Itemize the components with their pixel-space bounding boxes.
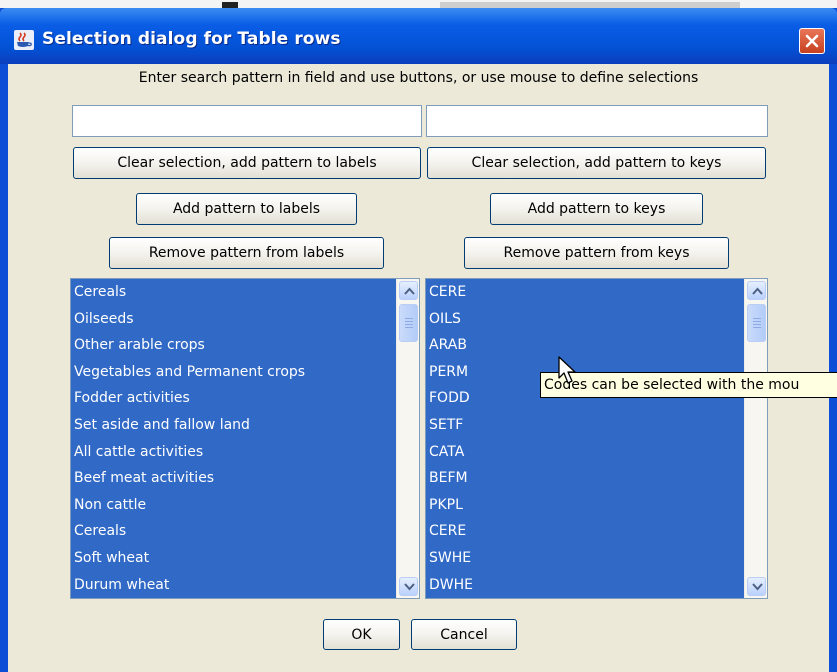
cancel-button[interactable]: Cancel [411,619,517,650]
list-item[interactable]: SETF [426,412,473,439]
list-item[interactable]: FODD [426,385,473,412]
labels-list-items: Cereals Oilseeds Other arable crops Vege… [71,279,305,598]
list-item[interactable]: Soft wheat [71,545,305,572]
add-pattern-to-keys-button[interactable]: Add pattern to keys [490,193,703,225]
list-item[interactable]: Oilseeds [71,306,305,333]
grip-line [753,324,761,325]
title-bar[interactable]: Selection dialog for Table rows [0,8,837,64]
instruction-text: Enter search pattern in field and use bu… [138,70,699,86]
list-item[interactable]: ARAB [426,332,473,359]
list-item[interactable]: CATA [426,439,473,466]
scroll-thumb[interactable] [747,304,766,342]
scroll-down-button[interactable] [747,577,766,596]
list-item[interactable]: PERM [426,359,473,386]
grip-line [753,318,761,319]
list-item[interactable]: Beef meat activities [71,465,305,492]
close-button[interactable] [799,28,825,54]
scroll-up-button[interactable] [399,281,418,300]
list-item[interactable]: CERE [426,279,473,306]
remove-pattern-from-labels-button[interactable]: Remove pattern from labels [109,237,384,269]
ok-button[interactable]: OK [323,619,400,650]
mouse-pointer-icon [558,356,580,390]
list-item[interactable]: OILS [426,306,473,333]
key-pattern-field[interactable] [426,105,768,137]
list-item[interactable]: SWHE [426,545,473,572]
keys-list-items: CERE OILS ARAB PERM FODD SETF CATA BEFM … [426,279,473,598]
remove-pattern-from-keys-button[interactable]: Remove pattern from keys [464,237,729,269]
add-pattern-to-labels-button[interactable]: Add pattern to labels [136,193,357,225]
grip-line [405,318,413,319]
scroll-up-button[interactable] [747,281,766,300]
list-item[interactable]: Cereals [71,279,305,306]
clear-add-pattern-to-keys-button[interactable]: Clear selection, add pattern to keys [427,147,766,179]
labels-list[interactable]: Cereals Oilseeds Other arable crops Vege… [70,278,420,599]
list-item[interactable]: Set aside and fallow land [71,412,305,439]
keys-list[interactable]: CERE OILS ARAB PERM FODD SETF CATA BEFM … [425,278,768,599]
list-item[interactable]: BEFM [426,465,473,492]
tooltip: Codes can be selected with the mou [540,372,837,398]
grip-line [405,321,413,322]
clear-add-pattern-to-labels-button[interactable]: Clear selection, add pattern to labels [73,147,421,179]
grip-line [753,321,761,322]
list-item[interactable]: Fodder activities [71,385,305,412]
list-item[interactable]: Non cattle [71,492,305,519]
java-cup-icon [14,30,34,50]
dialog-title: Selection dialog for Table rows [42,29,341,49]
scroll-thumb[interactable] [399,304,418,342]
keys-scrollbar[interactable] [744,279,767,598]
list-item[interactable]: Durum wheat [71,572,305,598]
list-item[interactable]: DWHE [426,572,473,598]
list-item[interactable]: Vegetables and Permanent crops [71,359,305,386]
labels-scrollbar[interactable] [396,279,419,598]
scroll-down-button[interactable] [399,577,418,596]
grip-line [405,324,413,325]
list-item[interactable]: PKPL [426,492,473,519]
list-item[interactable]: CERE [426,518,473,545]
list-item[interactable]: All cattle activities [71,439,305,466]
list-item[interactable]: Cereals [71,518,305,545]
list-item[interactable]: Other arable crops [71,332,305,359]
grip-line [405,327,413,328]
label-pattern-field[interactable] [72,105,422,137]
grip-line [753,327,761,328]
